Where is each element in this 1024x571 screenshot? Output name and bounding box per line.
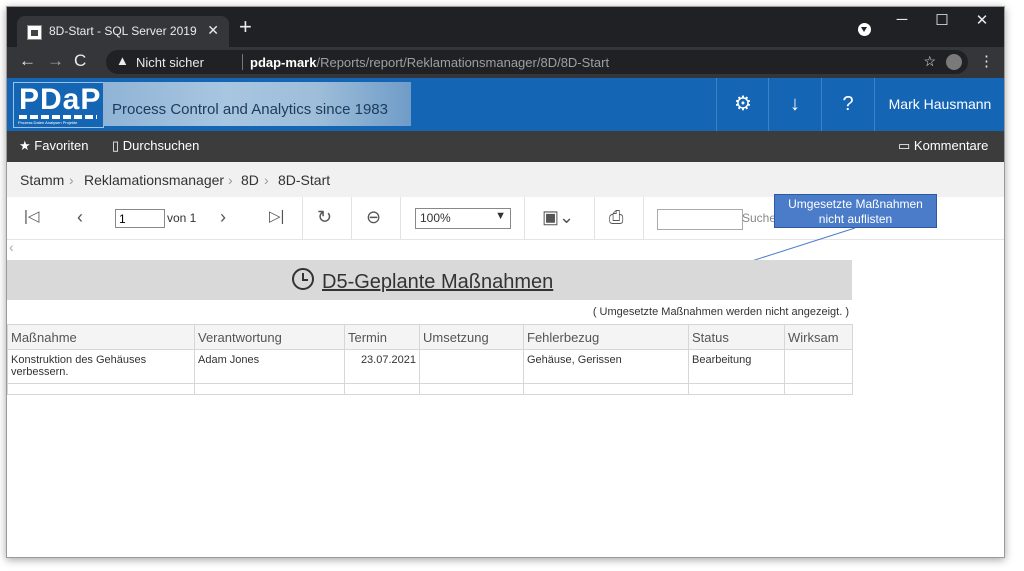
cell-status: Bearbeitung xyxy=(688,349,785,384)
empty-cell xyxy=(194,383,345,395)
cell-verantwortung: Adam Jones xyxy=(194,349,345,384)
collapse-panel-icon[interactable]: ‹ xyxy=(9,239,14,255)
column-header: Fehlerbezug xyxy=(523,324,689,350)
report-title-text: D5-Geplante Maßnahmen xyxy=(322,271,554,293)
cell-massnahme: Konstruktion des Gehäuses verbessern. xyxy=(7,349,195,384)
table-row-empty xyxy=(7,383,853,395)
cell-termin: 23.07.2021 xyxy=(344,349,420,384)
column-header: Wirksam xyxy=(784,324,853,350)
empty-cell xyxy=(523,383,689,395)
column-header: Verantwortung xyxy=(194,324,345,350)
table-header-row: Maßnahme Verantwortung Termin Umsetzung … xyxy=(7,324,853,350)
table-row: Konstruktion des Gehäuses verbessern. Ad… xyxy=(7,349,853,384)
empty-cell xyxy=(688,383,785,395)
report-note: ( Umgesetzte Maßnahmen werden nicht ange… xyxy=(592,306,849,318)
clock-icon xyxy=(292,268,314,290)
column-header: Termin xyxy=(344,324,420,350)
browser-window: 8D-Start - SQL Server 2019 Repo ✕ + ─ ☐ … xyxy=(6,6,1005,558)
empty-cell xyxy=(344,383,420,395)
report-title[interactable]: D5-Geplante Maßnahmen xyxy=(292,268,553,294)
cell-umsetzung xyxy=(419,349,524,384)
empty-cell xyxy=(419,383,524,395)
column-header: Status xyxy=(688,324,785,350)
column-header: Umsetzung xyxy=(419,324,524,350)
column-header: Maßnahme xyxy=(7,324,195,350)
measures-table: Maßnahme Verantwortung Termin Umsetzung … xyxy=(7,324,853,395)
cell-fehlerbezug: Gehäuse, Gerissen xyxy=(523,349,689,384)
cell-wirksam xyxy=(784,349,853,384)
empty-cell xyxy=(784,383,853,395)
empty-cell xyxy=(7,383,195,395)
report-title-bar: D5-Geplante Maßnahmen xyxy=(7,260,852,300)
